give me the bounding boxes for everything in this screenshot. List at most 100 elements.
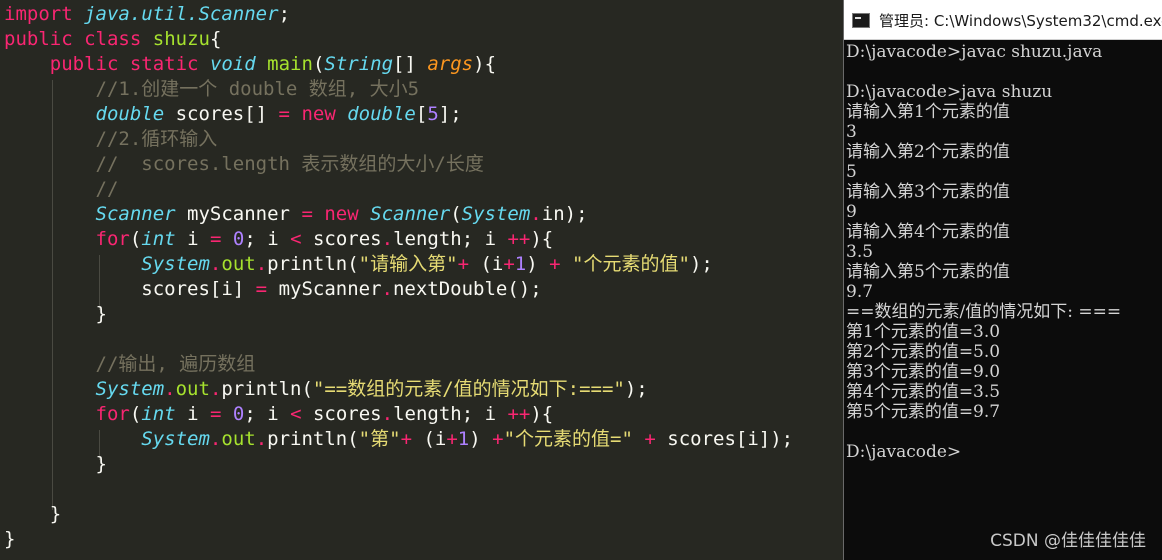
- code-token: +: [644, 428, 656, 450]
- cmd-window[interactable]: 管理员: C:\Windows\System32\cmd.exe D:\java…: [843, 0, 1162, 560]
- cmd-output-line: 请输入第1个元素的值: [846, 102, 1010, 122]
- code-token: System: [141, 253, 210, 275]
- code-line: scores[i] = myScanner.nextDouble();: [4, 277, 541, 302]
- code-token: public: [4, 28, 73, 50]
- code-token: .: [255, 428, 268, 450]
- code-token: System: [95, 378, 165, 400]
- code-token: ){: [473, 53, 497, 75]
- code-token: }: [95, 453, 107, 475]
- code-token: scores: [301, 403, 382, 425]
- code-token: "==数组的元素/值的情况如下:===": [312, 378, 625, 400]
- cmd-output-line: D:\javacode>: [846, 442, 962, 462]
- code-token: .: [209, 253, 222, 275]
- code-token: {: [209, 28, 222, 50]
- code-token: void: [209, 53, 256, 75]
- code-token: +: [503, 253, 515, 275]
- code-token: }: [49, 503, 62, 525]
- code-token: +: [446, 428, 458, 450]
- code-token: myScanner: [175, 203, 302, 225]
- cmd-output-line: 第1个元素的值=3.0: [846, 322, 1001, 342]
- code-token: "个元素的值=": [503, 428, 633, 450]
- code-token: Scanner: [370, 203, 451, 225]
- code-token: );: [689, 253, 713, 275]
- code-token: .: [381, 228, 394, 250]
- code-token: new: [324, 203, 359, 225]
- code-line: System.out.println("==数组的元素/值的情况如下:===")…: [4, 377, 648, 402]
- code-token: ;: [278, 3, 291, 25]
- csdn-watermark: CSDN @佳佳佳佳佳: [990, 531, 1146, 551]
- code-token: int: [141, 403, 176, 425]
- code-token: 5: [427, 103, 439, 125]
- code-token: i: [175, 228, 210, 250]
- cmd-output-line: D:\javacode>javac shuzu.java: [846, 42, 1103, 62]
- code-token: "请输入第": [358, 253, 458, 275]
- code-line: public static void main(String[] args){: [4, 52, 496, 77]
- code-token: ++: [507, 403, 531, 425]
- code-token: =: [255, 278, 268, 300]
- code-token: static: [129, 53, 199, 75]
- code-token: args: [427, 53, 474, 75]
- code-token: class: [84, 28, 142, 50]
- code-token: );: [624, 378, 648, 400]
- code-token: .: [255, 253, 268, 275]
- code-token: .: [381, 278, 393, 300]
- code-token: (: [129, 228, 142, 250]
- code-token: =: [301, 203, 313, 225]
- code-token: out: [221, 253, 256, 275]
- code-token: scores[i]: [141, 278, 256, 300]
- code-token: System: [141, 428, 210, 450]
- code-token: .: [209, 378, 222, 400]
- cmd-output-line: 请输入第4个元素的值: [846, 222, 1010, 242]
- cmd-output-line: 3.5: [846, 242, 874, 262]
- cmd-titlebar[interactable]: 管理员: C:\Windows\System32\cmd.exe: [844, 0, 1162, 40]
- code-token: 0: [232, 228, 245, 250]
- cmd-output-line: 第3个元素的值=9.0: [846, 362, 1001, 382]
- code-token: 0: [232, 403, 245, 425]
- code-token: .: [209, 428, 222, 450]
- code-token: +: [457, 253, 470, 275]
- code-line: }: [4, 502, 61, 527]
- cmd-output-line: 3: [846, 122, 857, 142]
- code-editor[interactable]: import java.util.Scanner; public class sh…: [0, 0, 843, 560]
- code-token: length; i: [393, 228, 508, 250]
- code-token: ): [469, 428, 493, 450]
- code-token: main: [267, 53, 313, 75]
- code-token: (: [312, 53, 325, 75]
- screenshot-root: import java.util.Scanner; public class sh…: [0, 0, 1162, 560]
- code-token: [: [415, 103, 428, 125]
- code-token: for: [95, 228, 130, 250]
- code-line: for(int i = 0; i < scores.length; i ++){: [4, 402, 554, 427]
- code-line: }: [4, 452, 107, 477]
- code-token: ; i: [244, 403, 291, 425]
- cmd-output-line: 请输入第5个元素的值: [846, 262, 1010, 282]
- code-token: <: [290, 228, 302, 250]
- code-line: //: [4, 177, 119, 202]
- code-line: System.out.println("第"+ (i+1) +"个元素的值=" …: [4, 427, 793, 452]
- code-line: //1.创建一个 double 数组, 大小5: [4, 77, 420, 102]
- code-line: //2.循环输入: [4, 127, 218, 152]
- code-token: +: [400, 428, 413, 450]
- code-token: double: [95, 103, 165, 125]
- cmd-output-line: 第5个元素的值=9.7: [846, 402, 1001, 422]
- code-line: public class shuzu{: [4, 27, 221, 52]
- code-token: out: [221, 428, 256, 450]
- code-token: import: [4, 3, 73, 25]
- code-line: Scanner myScanner = new Scanner(System.i…: [4, 202, 588, 227]
- code-token: (: [129, 403, 142, 425]
- code-token: "个元素的值": [572, 253, 690, 275]
- code-token: +: [549, 253, 561, 275]
